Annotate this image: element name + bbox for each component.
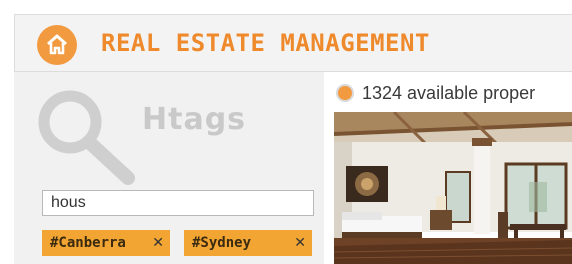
results-count-text: 1324 available proper: [362, 82, 536, 103]
home-icon[interactable]: [37, 25, 77, 65]
results-status: 1324 available proper: [336, 82, 535, 104]
tag-label: #Canberra: [50, 235, 126, 251]
search-brand-text: Htags: [142, 102, 247, 137]
tag-canberra[interactable]: #Canberra ✕: [42, 230, 170, 256]
tag-label: #Sydney: [192, 235, 252, 251]
close-icon[interactable]: ✕: [152, 235, 164, 251]
radio-dot-icon[interactable]: [336, 84, 354, 102]
tag-sydney[interactable]: #Sydney ✕: [184, 230, 312, 256]
app-title: REAL ESTATE MANAGEMENT: [101, 29, 430, 57]
app-header: REAL ESTATE MANAGEMENT: [14, 14, 572, 72]
search-input[interactable]: [42, 190, 314, 216]
close-icon[interactable]: ✕: [294, 235, 306, 251]
search-panel: Htags #Canberra ✕ #Sydney ✕: [14, 72, 324, 264]
property-interior-photo[interactable]: [334, 112, 572, 264]
search-icon: [32, 86, 142, 191]
